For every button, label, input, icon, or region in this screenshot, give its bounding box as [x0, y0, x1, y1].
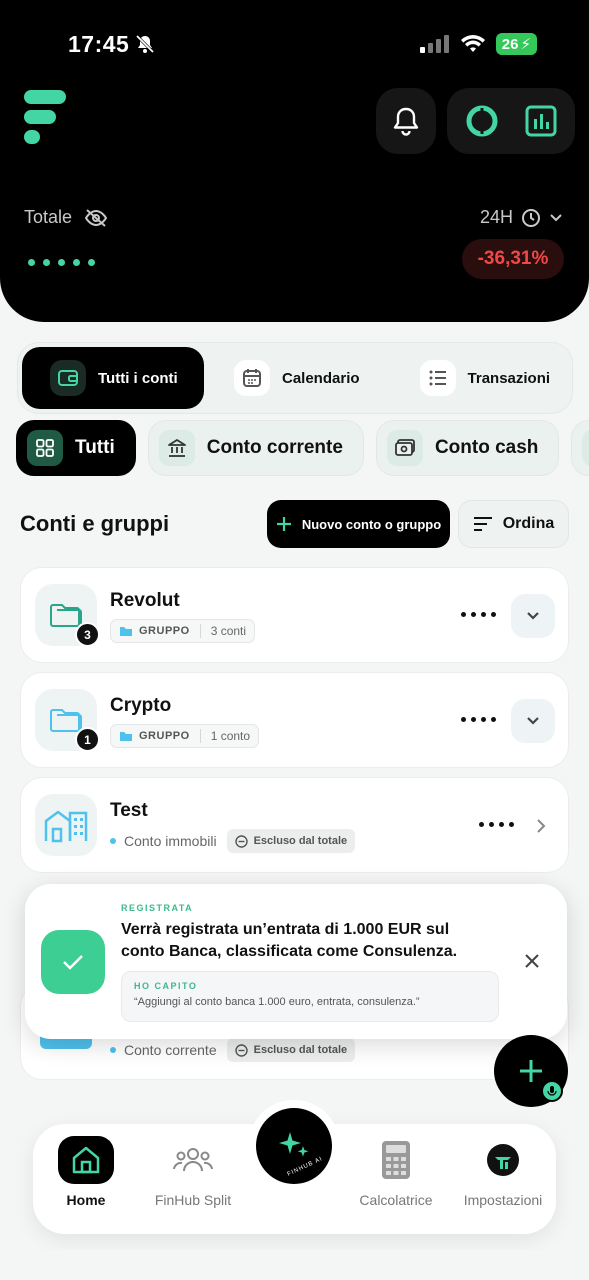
filter-chips: Tutti Conto corrente Conto cash — [16, 420, 589, 478]
toast-status: REGISTRATA — [121, 903, 194, 913]
status-bar: 17:45 26 ⚡ — [68, 30, 537, 58]
cash-icon — [386, 430, 423, 466]
account-type: Conto immobili — [124, 833, 217, 849]
folder-small-icon — [120, 627, 132, 636]
microphone-icon[interactable] — [541, 1080, 563, 1102]
minus-circle-icon — [234, 1043, 248, 1057]
view-tabs: Tutti i conti Calendario Transazioni — [17, 342, 573, 414]
tab-all-accounts[interactable]: Tutti i conti — [22, 347, 204, 409]
group-pill: GRUPPO 3 conti — [110, 619, 256, 643]
chevron-down-icon — [527, 717, 539, 725]
new-account-button[interactable]: Nuovo conto o gruppo — [267, 500, 450, 548]
expand-button[interactable] — [511, 594, 555, 638]
tab-calendar[interactable]: Calendario — [234, 347, 360, 409]
period-label: 24H — [479, 207, 513, 227]
finhub-logo — [24, 90, 66, 144]
folder-small-icon — [120, 732, 132, 741]
account-card-test[interactable]: Test Conto immobili Escluso dal totale — [20, 777, 569, 873]
profile-avatar-icon — [475, 1136, 531, 1184]
building-icon — [35, 794, 97, 856]
minus-circle-icon — [234, 834, 248, 848]
hidden-balance — [28, 259, 95, 266]
wifi-icon — [460, 35, 485, 52]
signal-icon — [419, 35, 449, 53]
check-icon — [41, 930, 105, 994]
more-options-icon[interactable] — [461, 612, 496, 617]
change-badge: -36,31% — [462, 239, 564, 279]
bar-chart-icon[interactable] — [524, 104, 558, 138]
account-name: Revolut — [110, 590, 180, 611]
toast-note: HO CAPITO “Aggiungi al conto banca 1.000… — [121, 971, 499, 1022]
filter-current-account[interactable]: Conto corrente — [147, 420, 364, 476]
total-section: Totale — [24, 207, 108, 228]
status-time: 17:45 — [68, 30, 130, 57]
account-card-crypto[interactable]: 1 Crypto GRUPPO 1 conto — [20, 672, 569, 768]
nav-settings[interactable]: Impostazioni — [448, 1136, 558, 1208]
group-pill: GRUPPO 1 conto — [110, 724, 260, 748]
plus-icon — [276, 517, 291, 531]
header-tools — [447, 88, 575, 154]
expand-button[interactable] — [511, 699, 555, 743]
calculator-icon — [368, 1136, 424, 1184]
period-selector[interactable]: 24H — [480, 207, 563, 228]
sort-button[interactable]: Ordina — [458, 500, 569, 548]
wallet-icon — [50, 360, 86, 396]
plus-icon — [520, 1060, 542, 1082]
toast-message: Verrà registrata un’entrata di 1.000 EUR… — [121, 921, 458, 960]
bank-icon — [158, 430, 195, 466]
clock-icon — [522, 208, 540, 227]
account-type: Conto corrente — [124, 1042, 217, 1058]
eye-off-icon[interactable] — [84, 208, 108, 228]
filter-cash-account[interactable]: Conto cash — [375, 420, 560, 476]
section-title: Conti e gruppi — [20, 511, 170, 536]
group-users-icon — [165, 1136, 221, 1184]
header: 17:45 26 ⚡ Totale 24H -36,31% — [0, 0, 589, 322]
sparkles-icon — [279, 1132, 309, 1157]
ai-assistant-button[interactable]: FINHUB AI — [248, 1100, 340, 1192]
nav-finhub-split[interactable]: FinHub Split — [138, 1136, 248, 1208]
account-card-revolut[interactable]: 3 Revolut GRUPPO 3 conti — [20, 567, 569, 663]
grid-icon — [27, 430, 63, 466]
nav-home[interactable]: Home — [31, 1136, 141, 1208]
more-options-icon[interactable] — [461, 717, 496, 722]
more-options-icon[interactable] — [479, 822, 514, 827]
pie-chart-icon[interactable] — [464, 103, 500, 139]
account-name: Crypto — [110, 695, 172, 716]
account-name: Test — [110, 800, 148, 821]
calendar-icon — [234, 360, 270, 396]
close-icon[interactable] — [522, 951, 542, 971]
excluded-badge: Escluso dal totale — [226, 829, 356, 853]
filter-all[interactable]: Tutti — [16, 420, 136, 476]
chevron-down-icon — [550, 213, 562, 221]
nav-calculator[interactable]: Calcolatrice — [341, 1136, 451, 1208]
notifications-button[interactable] — [376, 88, 436, 154]
chevron-down-icon — [527, 612, 539, 620]
member-count-badge: 1 — [75, 727, 100, 752]
silent-bell-icon — [136, 34, 155, 54]
tab-transactions[interactable]: Transazioni — [419, 347, 550, 409]
home-icon — [58, 1136, 114, 1184]
excluded-badge: Escluso dal totale — [226, 1038, 356, 1062]
total-label: Totale — [24, 207, 73, 227]
list-icon — [419, 360, 456, 396]
sort-icon — [473, 517, 492, 531]
charging-icon: ⚡ — [520, 36, 531, 53]
battery-indicator: 26 ⚡ — [495, 33, 537, 55]
filter-investments[interactable] — [571, 420, 589, 476]
chevron-right-icon[interactable] — [536, 818, 546, 834]
member-count-badge: 3 — [75, 622, 100, 647]
confirmation-toast: REGISTRATA Verrà registrata un’entrata d… — [25, 884, 567, 1039]
line-chart-icon — [582, 430, 589, 466]
bell-icon — [393, 107, 419, 136]
home-indicator — [0, 1250, 589, 1280]
